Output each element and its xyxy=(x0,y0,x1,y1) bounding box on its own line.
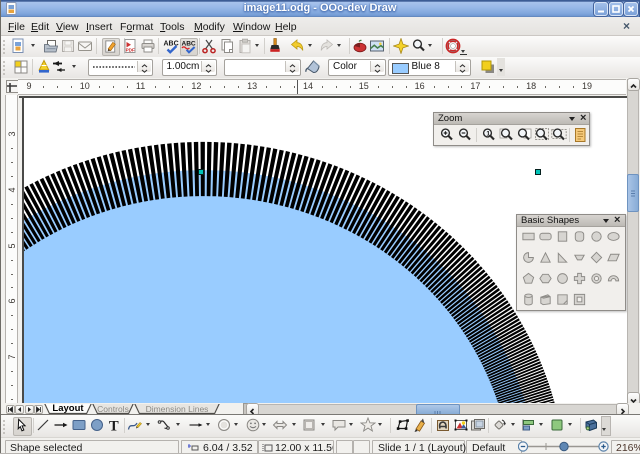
svg-text:PDF: PDF xyxy=(125,47,134,52)
svg-text:1: 1 xyxy=(486,130,490,137)
svg-text:T: T xyxy=(109,419,119,434)
